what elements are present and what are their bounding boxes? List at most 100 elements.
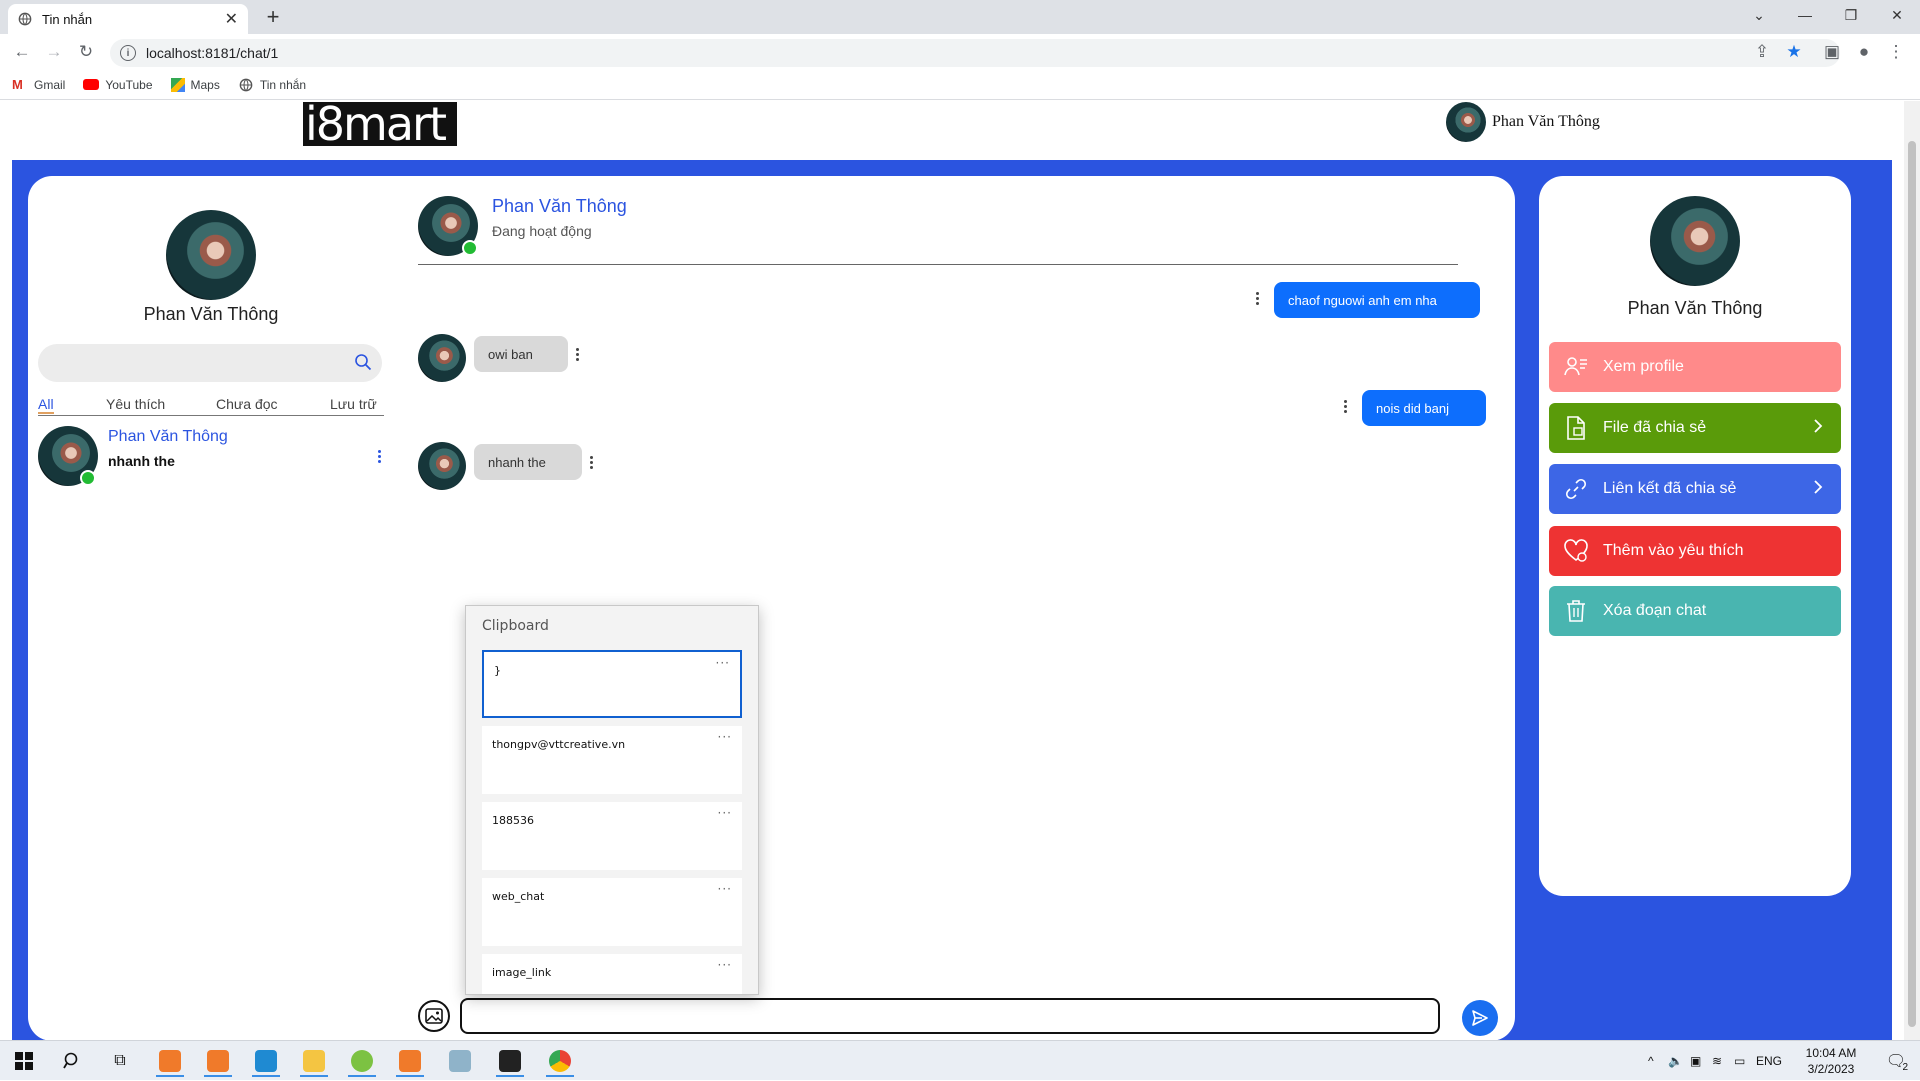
message-menu-icon[interactable] [1340,396,1350,416]
task-view-icon[interactable]: ⧉ [100,1045,140,1077]
menu-icon[interactable]: ⋮ [1884,40,1908,64]
share-icon[interactable]: ⇪ [1750,40,1774,64]
shared-files-button[interactable]: File đã chia sẻ [1549,403,1841,453]
browser-tab[interactable]: Tin nhắn ✕ [8,4,248,34]
site-logo[interactable]: i8mart [303,101,457,147]
more-options-icon[interactable]: ··· [718,958,732,972]
show-hidden-icons-icon[interactable]: ^ [1648,1054,1668,1068]
youtube-icon [83,79,100,90]
bookmark-star-icon[interactable]: ★ [1782,40,1806,64]
search-input[interactable] [38,344,382,382]
more-options-icon[interactable]: ··· [716,656,730,670]
message-incoming[interactable]: owi ban [474,336,568,372]
bookmark-label: Maps [190,77,220,92]
bookmark-gmail[interactable]: M Gmail [12,76,65,92]
clock[interactable]: 10:04 AM 3/2/2023 [1796,1045,1866,1077]
send-button[interactable] [1462,1000,1498,1036]
volume-icon[interactable]: 🔈 [1668,1054,1690,1068]
message-outgoing[interactable]: nois did banj [1362,390,1486,426]
chrome-app-icon[interactable] [540,1045,580,1077]
search-icon[interactable] [354,353,372,371]
bookmark-maps[interactable]: Maps [170,77,220,92]
conversation-menu-icon[interactable] [374,446,384,466]
address-bar[interactable]: i localhost:8181/chat/1 [110,39,1840,67]
delete-chat-button[interactable]: Xóa đoạn chat [1549,586,1841,636]
clipboard-item[interactable]: } ··· [482,650,742,718]
bookmark-tin-nhan[interactable]: Tin nhắn [238,78,306,92]
conversation-item[interactable]: Phan Văn Thông nhanh the [38,426,388,488]
close-tab-icon[interactable]: ✕ [225,9,238,29]
minimize-button[interactable]: — [1782,0,1828,30]
tab-search-icon[interactable]: ⌄ [1736,0,1782,30]
image-icon [425,1008,443,1024]
reload-button[interactable]: ↻ [74,40,98,64]
side-panel-icon[interactable]: ▣ [1820,40,1844,64]
back-button[interactable]: ← [10,40,34,64]
notification-center-icon[interactable]: 🗨 2 [1876,1045,1916,1077]
tab-all[interactable]: All [38,396,54,414]
header-user[interactable]: Phan Văn Thông [1446,102,1600,142]
view-profile-button[interactable]: Xem profile [1549,342,1841,392]
add-favorite-button[interactable]: Thêm vào yêu thích [1549,526,1841,576]
message-menu-icon[interactable] [586,452,596,472]
file-icon [1567,416,1585,440]
taskbar-search-icon[interactable] [52,1045,92,1077]
language-indicator[interactable]: ENG [1756,1054,1792,1068]
profile-name: Phan Văn Thông [1627,298,1763,318]
tab-unread[interactable]: Chưa đọc [216,396,278,412]
message-incoming[interactable]: nhanh the [474,444,582,480]
conversation-last-message: nhanh the [108,453,175,469]
site-info-icon[interactable]: i [120,45,136,61]
wifi-icon[interactable]: ≋ [1712,1054,1734,1068]
action-label: Xem profile [1603,358,1684,375]
more-options-icon[interactable]: ··· [718,730,732,744]
bookmark-youtube[interactable]: YouTube [83,78,153,92]
profile-panel: Phan Văn Thông Xem profile File đã chia … [1539,176,1851,896]
xampp-app-icon[interactable] [198,1045,238,1077]
app-tray-icon[interactable]: ▣ [1690,1054,1712,1068]
app-icon[interactable] [440,1045,480,1077]
clipboard-item[interactable]: web_chat ··· [482,878,742,946]
more-options-icon[interactable]: ··· [718,882,732,896]
xampp-app-icon[interactable] [150,1045,190,1077]
chevron-right-icon [1814,480,1823,494]
profile-icon[interactable]: ● [1852,40,1876,64]
link-icon [1565,478,1587,500]
message-menu-icon[interactable] [1252,288,1262,308]
restore-button[interactable]: ❐ [1828,0,1874,30]
terminal-app-icon[interactable] [490,1045,530,1077]
clipboard-item[interactable]: thongpv@vttcreative.vn ··· [482,726,742,794]
app-icon[interactable] [342,1045,382,1077]
new-tab-button[interactable]: + [260,4,286,30]
start-button[interactable] [4,1045,44,1077]
clipboard-item-text: web_chat [492,890,545,903]
message-menu-icon[interactable] [572,344,582,364]
xampp-app-icon[interactable] [390,1045,430,1077]
forward-button[interactable]: → [42,40,66,64]
scrollbar-thumb[interactable] [1908,141,1916,1027]
tab-title: Tin nhắn [42,11,93,27]
message-input[interactable] [460,998,1440,1034]
shared-links-button[interactable]: Liên kết đã chia sẻ [1549,464,1841,514]
attach-image-button[interactable] [418,1000,450,1032]
tab-archived[interactable]: Lưu trữ [330,396,377,412]
gmail-icon: M [12,76,23,92]
more-options-icon[interactable]: ··· [718,806,732,820]
action-label: Liên kết đã chia sẻ [1603,480,1737,497]
close-window-button[interactable]: ✕ [1874,0,1920,30]
battery-icon[interactable]: ▭ [1734,1054,1756,1068]
clipboard-item[interactable]: image_link ··· [482,954,742,994]
windows-icon [15,1052,33,1070]
tab-favorites[interactable]: Yêu thích [106,396,165,412]
chat-contact-name[interactable]: Phan Văn Thông [492,196,627,217]
page-scrollbar[interactable] [1904,101,1920,1040]
message-outgoing[interactable]: chaof nguowi anh em nha [1274,282,1480,318]
clipboard-item[interactable]: 188536 ··· [482,802,742,870]
bookmark-label: Tin nhắn [259,77,307,92]
conversation-name: Phan Văn Thông [108,428,228,445]
vscode-app-icon[interactable] [246,1045,286,1077]
file-explorer-icon[interactable] [294,1045,334,1077]
clock-time: 10:04 AM [1805,1046,1857,1060]
trash-icon [1567,600,1585,622]
system-tray: ^ 🔈 ▣ ≋ ▭ ENG [1648,1041,1792,1081]
